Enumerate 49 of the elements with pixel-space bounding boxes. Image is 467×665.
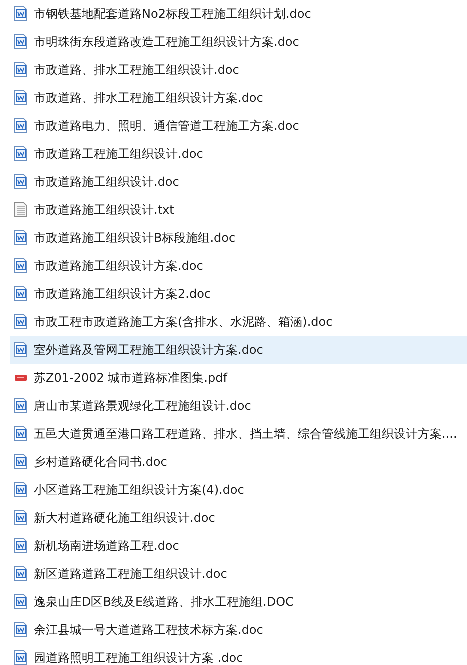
file-name: 新区道路道路工程施工组织设计.doc (34, 566, 228, 583)
file-name: 市政道路施工组织设计方案.doc (34, 258, 204, 275)
document-icon (14, 426, 28, 442)
file-name: 市政道路工程施工组织设计.doc (34, 146, 204, 163)
file-name: 市政道路施工组织设计.doc (34, 174, 180, 191)
file-name: 市政工程市政道路施工方案(含排水、水泥路、箱涵).doc (34, 314, 333, 331)
document-icon (14, 510, 28, 526)
file-name: 市钢铁基地配套道路No2标段工程施工组织计划.doc (34, 6, 312, 23)
file-name: 园道路照明工程施工组织设计方案 .doc (34, 650, 244, 665)
file-name: 市政道路、排水工程施工组织设计.doc (34, 62, 240, 79)
file-name: 五邑大道贯通至港口路工程道路、排水、挡土墙、综合管线施工组织设计方案.... (34, 426, 458, 443)
file-name: 小区道路工程施工组织设计方案(4).doc (34, 482, 244, 499)
document-icon (14, 482, 28, 498)
document-icon (14, 594, 28, 610)
file-name: 乡村道路硬化合同书.doc (34, 454, 168, 471)
document-icon (14, 314, 28, 330)
file-name: 苏Z01-2002 城市道路标准图集.pdf (34, 370, 228, 387)
document-icon (14, 118, 28, 134)
document-icon (14, 454, 28, 470)
document-icon (14, 258, 28, 274)
document-icon (14, 6, 28, 22)
file-name: 市政道路、排水工程施工组织设计方案.doc (34, 90, 264, 107)
file-name: 唐山市某道路景观绿化工程施组设计.doc (34, 398, 252, 415)
document-icon (14, 566, 28, 582)
document-icon (14, 622, 28, 638)
document-icon (14, 650, 28, 665)
file-name: 市政道路施工组织设计方案2.doc (34, 286, 212, 303)
file-name: 逸泉山庄D区B线及E线道路、排水工程施组.DOC (34, 594, 294, 611)
file-name: 新大村道路硬化施工组织设计.doc (34, 510, 216, 527)
document-icon (14, 62, 28, 78)
document-icon (14, 398, 28, 414)
file-name: 余江县城一号大道道路工程技术标方案.doc (34, 622, 264, 639)
file-name: 市政道路施工组织设计.txt (34, 202, 174, 219)
file-row[interactable]: 室外道路及管网工程施工组织设计方案.doc (10, 336, 467, 364)
file-name: 市政道路电力、照明、通信管道工程施工方案.doc (34, 118, 300, 135)
document-icon (14, 146, 28, 162)
file-name: 市政道路施工组织设计B标段施组.doc (34, 230, 236, 247)
pdf-icon (14, 374, 28, 382)
document-icon (14, 286, 28, 302)
file-name: 新机场南进场道路工程.doc (34, 538, 180, 555)
document-icon (14, 34, 28, 50)
text-file-icon (14, 202, 28, 218)
document-icon (14, 342, 28, 358)
document-icon (14, 230, 28, 246)
document-icon (14, 538, 28, 554)
file-name: 室外道路及管网工程施工组织设计方案.doc (34, 342, 264, 359)
document-icon (14, 90, 28, 106)
document-icon (14, 174, 28, 190)
file-name: 市明珠街东段道路改造工程施工组织设计方案.doc (34, 34, 300, 51)
